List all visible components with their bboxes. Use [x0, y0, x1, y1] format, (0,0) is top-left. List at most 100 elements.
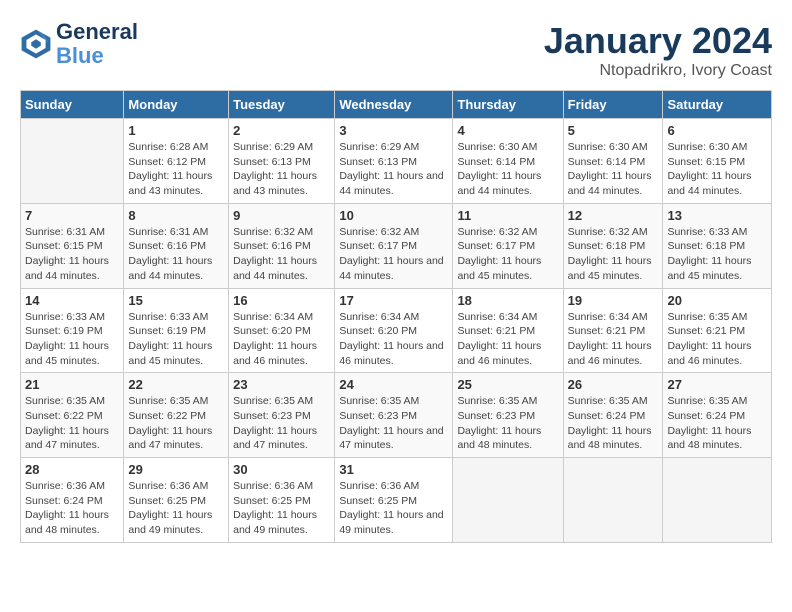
calendar-cell: 24Sunrise: 6:35 AMSunset: 6:23 PMDayligh… — [335, 373, 453, 458]
cell-info: Sunrise: 6:30 AMSunset: 6:15 PMDaylight:… — [667, 140, 767, 199]
calendar-cell: 16Sunrise: 6:34 AMSunset: 6:20 PMDayligh… — [229, 288, 335, 373]
header-row: SundayMondayTuesdayWednesdayThursdayFrid… — [21, 91, 772, 119]
calendar-cell: 10 Sunrise: 6:32 AMSunset: 6:17 PMDayligh… — [335, 203, 453, 288]
header-day-saturday: Saturday — [663, 91, 772, 119]
title-block: January 2024 Ntopadrikro, Ivory Coast — [544, 20, 772, 80]
cell-date: 29 — [128, 462, 224, 477]
calendar-cell: 19 Sunrise: 6:34 AMSunset: 6:21 PMDayligh… — [563, 288, 663, 373]
cell-info: Sunrise: 6:29 AMSunset: 6:13 PMDaylight:… — [233, 140, 330, 199]
calendar-cell: 27 Sunrise: 6:35 AMSunset: 6:24 PMDayligh… — [663, 373, 772, 458]
cell-info: Sunrise: 6:36 AMSunset: 6:24 PMDaylight:… — [25, 479, 119, 538]
cell-info: Sunrise: 6:35 AMSunset: 6:23 PMDaylight:… — [457, 394, 558, 453]
calendar-row: 1 Sunrise: 6:28 AMSunset: 6:12 PMDaylight… — [21, 119, 772, 204]
calendar-cell: 15 Sunrise: 6:33 AMSunset: 6:19 PMDayligh… — [124, 288, 229, 373]
logo-icon — [20, 28, 52, 60]
calendar-row: 7Sunrise: 6:31 AMSunset: 6:15 PMDaylight… — [21, 203, 772, 288]
cell-info: Sunrise: 6:30 AMSunset: 6:14 PMDaylight:… — [457, 140, 558, 199]
calendar-cell: 25 Sunrise: 6:35 AMSunset: 6:23 PMDayligh… — [453, 373, 563, 458]
cell-date: 31 — [339, 462, 448, 477]
cell-date: 4 — [457, 123, 558, 138]
header-day-friday: Friday — [563, 91, 663, 119]
calendar-cell: 26 Sunrise: 6:35 AMSunset: 6:24 PMDayligh… — [563, 373, 663, 458]
cell-info: Sunrise: 6:31 AMSunset: 6:15 PMDaylight:… — [25, 225, 119, 284]
page-subtitle: Ntopadrikro, Ivory Coast — [544, 62, 772, 80]
cell-date: 26 — [568, 377, 659, 392]
cell-date: 15 — [128, 293, 224, 308]
cell-date: 9 — [233, 208, 330, 223]
cell-info: Sunrise: 6:35 AMSunset: 6:22 PMDaylight:… — [128, 394, 224, 453]
cell-date: 11 — [457, 208, 558, 223]
calendar-cell — [453, 458, 563, 543]
cell-date: 30 — [233, 462, 330, 477]
cell-info: Sunrise: 6:33 AMSunset: 6:18 PMDaylight:… — [667, 225, 767, 284]
cell-info: Sunrise: 6:32 AMSunset: 6:18 PMDaylight:… — [568, 225, 659, 284]
calendar-cell: 7Sunrise: 6:31 AMSunset: 6:15 PMDaylight… — [21, 203, 124, 288]
logo-text: General Blue — [56, 20, 138, 68]
cell-date: 27 — [667, 377, 767, 392]
calendar-cell — [563, 458, 663, 543]
cell-date: 10 — [339, 208, 448, 223]
calendar-cell: 21Sunrise: 6:35 AMSunset: 6:22 PMDayligh… — [21, 373, 124, 458]
calendar-cell: 4 Sunrise: 6:30 AMSunset: 6:14 PMDaylight… — [453, 119, 563, 204]
calendar-cell: 6 Sunrise: 6:30 AMSunset: 6:15 PMDaylight… — [663, 119, 772, 204]
cell-date: 12 — [568, 208, 659, 223]
cell-info: Sunrise: 6:28 AMSunset: 6:12 PMDaylight:… — [128, 140, 224, 199]
logo-line2: Blue — [56, 43, 104, 68]
cell-date: 18 — [457, 293, 558, 308]
cell-date: 6 — [667, 123, 767, 138]
cell-info: Sunrise: 6:34 AMSunset: 6:20 PMDaylight:… — [339, 310, 448, 369]
cell-info: Sunrise: 6:33 AMSunset: 6:19 PMDaylight:… — [25, 310, 119, 369]
calendar-cell: 17Sunrise: 6:34 AMSunset: 6:20 PMDayligh… — [335, 288, 453, 373]
header-day-wednesday: Wednesday — [335, 91, 453, 119]
cell-date: 21 — [25, 377, 119, 392]
cell-date: 5 — [568, 123, 659, 138]
calendar-cell — [21, 119, 124, 204]
calendar-cell: 8 Sunrise: 6:31 AMSunset: 6:16 PMDaylight… — [124, 203, 229, 288]
header-day-tuesday: Tuesday — [229, 91, 335, 119]
calendar-cell: 5 Sunrise: 6:30 AMSunset: 6:14 PMDaylight… — [563, 119, 663, 204]
cell-info: Sunrise: 6:36 AMSunset: 6:25 PMDaylight:… — [233, 479, 330, 538]
calendar-cell: 20Sunrise: 6:35 AMSunset: 6:21 PMDayligh… — [663, 288, 772, 373]
calendar-cell: 3Sunrise: 6:29 AMSunset: 6:13 PMDaylight… — [335, 119, 453, 204]
cell-date: 24 — [339, 377, 448, 392]
calendar-cell: 22Sunrise: 6:35 AMSunset: 6:22 PMDayligh… — [124, 373, 229, 458]
cell-info: Sunrise: 6:32 AMSunset: 6:17 PMDaylight:… — [457, 225, 558, 284]
cell-date: 28 — [25, 462, 119, 477]
cell-info: Sunrise: 6:34 AMSunset: 6:21 PMDaylight:… — [568, 310, 659, 369]
cell-info: Sunrise: 6:35 AMSunset: 6:24 PMDaylight:… — [667, 394, 767, 453]
cell-date: 19 — [568, 293, 659, 308]
calendar-cell: 12 Sunrise: 6:32 AMSunset: 6:18 PMDayligh… — [563, 203, 663, 288]
calendar-cell: 23Sunrise: 6:35 AMSunset: 6:23 PMDayligh… — [229, 373, 335, 458]
calendar-cell: 9 Sunrise: 6:32 AMSunset: 6:16 PMDaylight… — [229, 203, 335, 288]
cell-info: Sunrise: 6:33 AMSunset: 6:19 PMDaylight:… — [128, 310, 224, 369]
cell-info: Sunrise: 6:32 AMSunset: 6:16 PMDaylight:… — [233, 225, 330, 284]
calendar-cell: 18 Sunrise: 6:34 AMSunset: 6:21 PMDayligh… — [453, 288, 563, 373]
header-day-monday: Monday — [124, 91, 229, 119]
cell-info: Sunrise: 6:35 AMSunset: 6:21 PMDaylight:… — [667, 310, 767, 369]
cell-date: 13 — [667, 208, 767, 223]
cell-date: 1 — [128, 123, 224, 138]
cell-info: Sunrise: 6:34 AMSunset: 6:21 PMDaylight:… — [457, 310, 558, 369]
logo-line1: General — [56, 20, 138, 44]
calendar-cell: 13 Sunrise: 6:33 AMSunset: 6:18 PMDayligh… — [663, 203, 772, 288]
calendar-cell: 28 Sunrise: 6:36 AMSunset: 6:24 PMDayligh… — [21, 458, 124, 543]
cell-info: Sunrise: 6:32 AMSunset: 6:17 PMDaylight:… — [339, 225, 448, 284]
calendar-table: SundayMondayTuesdayWednesdayThursdayFrid… — [20, 90, 772, 543]
page-header: General Blue January 2024 Ntopadrikro, I… — [20, 20, 772, 80]
calendar-row: 28 Sunrise: 6:36 AMSunset: 6:24 PMDayligh… — [21, 458, 772, 543]
header-day-sunday: Sunday — [21, 91, 124, 119]
cell-date: 25 — [457, 377, 558, 392]
calendar-cell: 2Sunrise: 6:29 AMSunset: 6:13 PMDaylight… — [229, 119, 335, 204]
cell-info: Sunrise: 6:30 AMSunset: 6:14 PMDaylight:… — [568, 140, 659, 199]
cell-date: 16 — [233, 293, 330, 308]
calendar-row: 21 Sunrise: 6:35 AMSunset: 6:22 PMDayligh… — [21, 373, 772, 458]
cell-info: Sunrise: 6:36 AMSunset: 6:25 PMDaylight:… — [339, 479, 448, 538]
calendar-cell: 30 Sunrise: 6:36 AMSunset: 6:25 PMDayligh… — [229, 458, 335, 543]
cell-date: 14 — [25, 293, 119, 308]
cell-info: Sunrise: 6:35 AMSunset: 6:24 PMDaylight:… — [568, 394, 659, 453]
cell-info: Sunrise: 6:31 AMSunset: 6:16 PMDaylight:… — [128, 225, 224, 284]
header-day-thursday: Thursday — [453, 91, 563, 119]
cell-info: Sunrise: 6:36 AMSunset: 6:25 PMDaylight:… — [128, 479, 224, 538]
cell-date: 8 — [128, 208, 224, 223]
calendar-cell: 31 Sunrise: 6:36 AMSunset: 6:25 PMDayligh… — [335, 458, 453, 543]
